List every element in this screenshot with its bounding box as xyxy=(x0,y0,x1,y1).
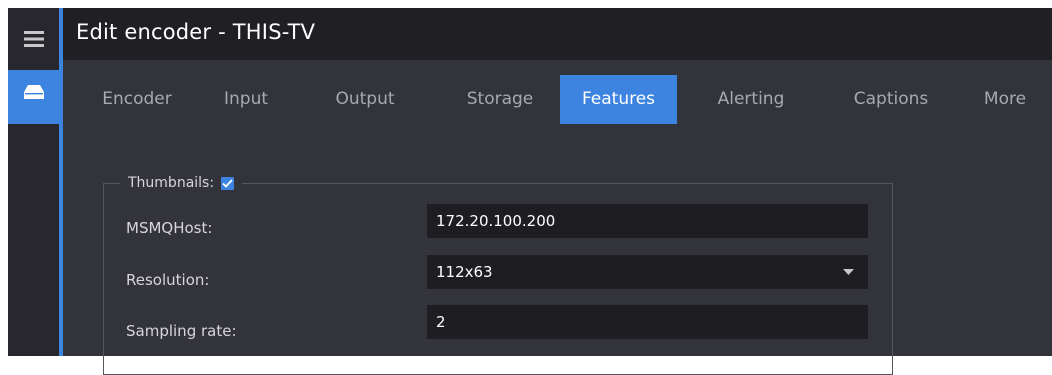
drive-icon xyxy=(23,85,44,99)
side-rail xyxy=(8,8,59,356)
hamburger-menu-icon xyxy=(23,31,44,47)
rail-item-encoders[interactable] xyxy=(8,70,59,124)
sampling-rate-label: Sampling rate: xyxy=(126,322,237,340)
resolution-value: 112x63 xyxy=(436,263,493,281)
title-bar: Edit encoder - THIS-TV xyxy=(63,8,1052,60)
tab-encoder[interactable]: Encoder xyxy=(84,75,190,124)
resolution-label: Resolution: xyxy=(126,271,210,289)
chevron-down-icon xyxy=(843,269,854,275)
thumbnails-checkbox[interactable] xyxy=(221,176,235,190)
tab-storage[interactable]: Storage xyxy=(446,75,554,124)
tab-bar: Encoder Input Output Storage Features Al… xyxy=(63,75,1052,124)
encoder-editor-window: Edit encoder - THIS-TV Encoder Input Out… xyxy=(8,8,1052,375)
thumbnails-legend: Thumbnails: xyxy=(120,175,242,191)
tab-input[interactable]: Input xyxy=(208,75,284,124)
tab-output[interactable]: Output xyxy=(317,75,413,124)
checkmark-icon xyxy=(222,178,233,188)
msmq-host-label: MSMQHost: xyxy=(126,219,213,237)
tab-features[interactable]: Features xyxy=(560,75,677,124)
menu-button[interactable] xyxy=(8,24,59,54)
window-title: Edit encoder - THIS-TV xyxy=(76,20,316,44)
resolution-select[interactable]: 112x63 xyxy=(427,255,868,289)
rail-divider xyxy=(59,8,63,356)
tab-captions[interactable]: Captions xyxy=(829,75,953,124)
thumbnails-label: Thumbnails: xyxy=(128,175,215,191)
tab-more[interactable]: More xyxy=(967,75,1043,124)
tab-alerting[interactable]: Alerting xyxy=(696,75,806,124)
msmq-host-input[interactable]: 172.20.100.200 xyxy=(427,204,868,238)
sampling-rate-input[interactable]: 2 xyxy=(427,305,868,339)
